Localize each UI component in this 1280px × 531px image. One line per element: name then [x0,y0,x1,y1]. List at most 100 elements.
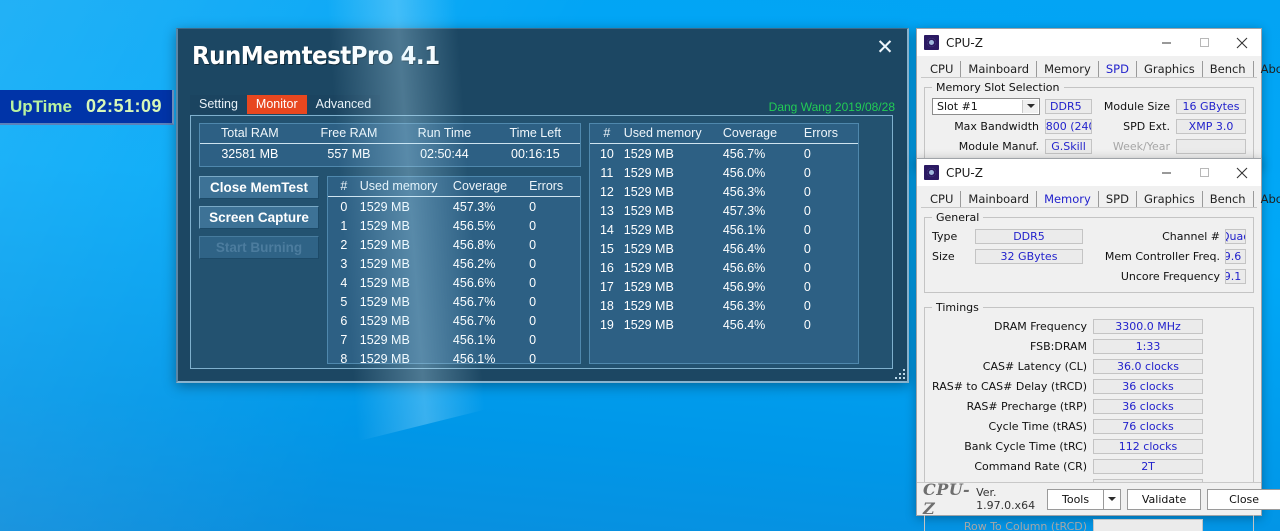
tab-memory[interactable]: Memory [1037,191,1099,208]
table-header-row: # Used memory Coverage Errors [328,177,580,197]
uncore-frequency-label: Uncore Frequency [1120,269,1220,283]
cpuz-memory-window: CPU-Z CPU Mainboard Memory SPD Graphics … [916,158,1280,531]
tab-spd[interactable]: SPD [1099,191,1137,208]
cell-index: 15 [599,241,614,256]
cell-used-memory: 1529 MB [623,298,674,313]
tab-mainboard[interactable]: Mainboard [961,191,1038,208]
cell-coverage: 456.3% [722,184,766,199]
group-legend: Timings [932,301,983,314]
close-memtest-button[interactable]: Close MemTest [199,176,319,199]
cell-errors: 0 [803,203,811,218]
cell-coverage: 456.7% [722,146,766,161]
tab-about[interactable]: About [1254,191,1280,208]
tab-mainboard[interactable]: Mainboard [961,61,1038,78]
minimize-icon[interactable] [1147,159,1185,186]
chevron-down-icon[interactable] [1022,99,1038,113]
chevron-down-icon[interactable] [1103,488,1122,510]
type-field: DDR5 [975,228,1083,244]
table-row: 12 1529 MB 456.3% 0 [590,182,858,201]
table-row: 2 1529 MB 456.8% 0 [328,235,580,254]
cpuz-spd-window-buttons [1147,29,1261,56]
channel-field: Quad [1225,228,1246,244]
cell-coverage: 456.6% [452,275,496,290]
cpuz-spd-title: CPU-Z [946,35,983,50]
cell-used-memory: 1529 MB [359,332,410,347]
tab-memory[interactable]: Memory [1037,61,1099,78]
cell-coverage: 456.0% [722,165,766,180]
cell-coverage: 456.9% [722,279,766,294]
timing-value [1093,518,1204,531]
mem-controller-freq-field: 1649.6 MHz [1225,248,1246,264]
cell-coverage: 456.3% [722,298,766,313]
table-row: 11 1529 MB 456.0% 0 [590,163,858,182]
maximize-icon[interactable] [1185,159,1223,186]
timing-label: Command Rate (CR) [974,459,1088,473]
cell-errors: 0 [803,279,811,294]
col-used-memory: Used memory [359,177,453,197]
timing-label: FSB:DRAM [1029,339,1088,353]
cell-index: 18 [599,298,614,313]
cell-errors: 0 [803,165,811,180]
cell-used-memory: 1529 MB [623,203,674,218]
cell-coverage: 456.4% [722,317,766,332]
cell-errors: 0 [803,260,811,275]
col-errors: Errors [529,177,580,197]
tab-monitor[interactable]: Monitor [246,95,307,114]
maximize-icon[interactable] [1185,29,1223,56]
uncore-frequency-field: 3599.1 MHz [1225,268,1246,284]
cell-index: 4 [340,275,348,290]
tab-setting[interactable]: Setting [190,95,247,114]
slot-select-value: Slot #1 [937,99,978,113]
resize-grip[interactable] [892,366,905,379]
timing-value: 1:33 [1093,338,1204,354]
cell-index: 1 [340,218,348,233]
close-icon[interactable]: ✕ [872,35,898,61]
cell-used-memory: 1529 MB [623,165,674,180]
tools-split-button[interactable]: Tools [1047,488,1122,510]
summary-value-row: 32581 MB 557 MB 02:50:44 00:16:15 [200,144,580,164]
cell-coverage: 456.5% [452,218,496,233]
cell-coverage: 457.3% [452,199,496,214]
tab-advanced[interactable]: Advanced [306,95,381,114]
cell-coverage: 456.7% [452,313,496,328]
tab-spd[interactable]: SPD [1099,61,1137,78]
screen-capture-button[interactable]: Screen Capture [199,206,319,229]
tab-about[interactable]: About [1254,61,1280,78]
summary-header-run-time: Run Time [398,124,491,144]
close-icon[interactable] [1223,159,1261,186]
cpuz-spd-titlebar: CPU-Z [917,29,1261,56]
spd-ext-field: XMP 3.0 [1176,118,1246,134]
table-row: 14 1529 MB 456.1% 0 [590,220,858,239]
tab-cpu[interactable]: CPU [923,191,962,208]
minimize-icon[interactable] [1147,29,1185,56]
table-row: 0 1529 MB 457.3% 0 [328,197,580,217]
cell-errors: 0 [803,184,811,199]
cell-index: 11 [600,165,614,180]
cell-used-memory: 1529 MB [623,279,674,294]
close-icon[interactable] [1223,29,1261,56]
tab-graphics[interactable]: Graphics [1137,61,1203,78]
cell-errors: 0 [803,317,811,332]
cpuz-memory-title: CPU-Z [946,165,983,180]
summary-header-time-left: Time Left [490,124,580,144]
close-button[interactable]: Close [1207,488,1280,510]
cell-index: 6 [340,313,348,328]
cell-index: 8 [340,351,348,364]
cell-errors: 0 [529,351,537,364]
col-index: # [328,177,360,197]
tab-bench[interactable]: Bench [1203,191,1254,208]
cpuz-spd-tabstrip: CPU Mainboard Memory SPD Graphics Bench … [917,56,1280,78]
size-field: 32 GBytes [975,248,1083,264]
validate-button[interactable]: Validate [1127,488,1202,510]
cpuz-app-icon [924,165,939,180]
slot-select[interactable]: Slot #1 [932,97,1040,115]
cell-used-memory: 1529 MB [359,218,410,233]
tools-button[interactable]: Tools [1047,488,1104,510]
timing-value: 36.0 clocks [1093,358,1204,374]
tab-graphics[interactable]: Graphics [1137,191,1203,208]
tab-bench[interactable]: Bench [1203,61,1254,78]
tab-cpu[interactable]: CPU [923,61,962,78]
start-burning-button: Start Burning [199,236,319,259]
cell-index: 12 [599,184,614,199]
type-label: Type [932,229,958,243]
